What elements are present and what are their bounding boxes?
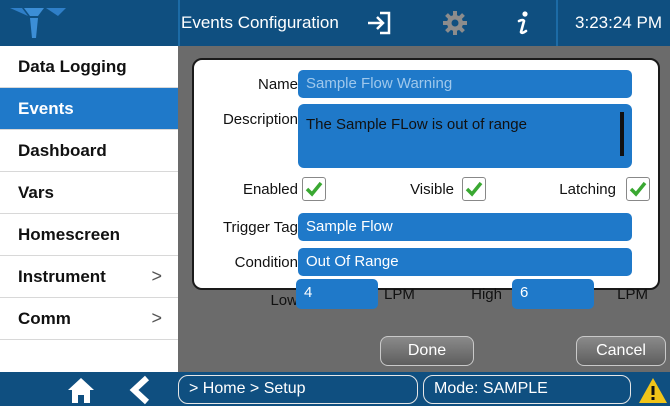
sidebar-item-label: Data Logging <box>18 57 127 76</box>
text-cursor <box>620 112 624 156</box>
checkmark-icon <box>629 181 647 197</box>
sidebar: Data Logging Events Dashboard Vars Homes… <box>0 46 178 372</box>
condition-label: Condition <box>234 254 298 271</box>
sidebar-item-data-logging[interactable]: Data Logging <box>0 46 178 88</box>
low-label: Low <box>270 292 298 309</box>
breadcrumb[interactable]: > Home > Setup <box>178 375 418 404</box>
chevron-right-icon: > <box>151 308 162 328</box>
cancel-button[interactable]: Cancel <box>576 336 666 366</box>
clock: 3:23:24 PM <box>575 13 662 32</box>
main-panel: Name Sample Flow Warning Description The… <box>178 46 670 372</box>
name-field[interactable]: Sample Flow Warning <box>298 70 632 98</box>
logo-icon <box>10 8 66 38</box>
sidebar-item-vars[interactable]: Vars <box>0 172 178 214</box>
sidebar-item-comm[interactable]: Comm > <box>0 298 178 340</box>
header-separator <box>178 0 180 46</box>
latching-label: Latching <box>559 181 616 198</box>
event-config-card: Name Sample Flow Warning Description The… <box>192 58 660 309</box>
mode-indicator: Mode: SAMPLE <box>423 375 631 404</box>
enabled-checkbox[interactable] <box>302 177 326 201</box>
sidebar-item-dashboard[interactable]: Dashboard <box>0 130 178 172</box>
chevron-right-icon: > <box>151 266 162 286</box>
trigger-tag-label: Trigger Tag <box>222 219 298 236</box>
description-field[interactable]: The Sample FLow is out of range <box>298 104 632 168</box>
sidebar-item-label: Instrument <box>18 267 106 286</box>
checkmark-icon <box>305 181 323 197</box>
high-unit: LPM <box>617 286 648 303</box>
name-label: Name <box>257 76 298 93</box>
warning-icon[interactable] <box>638 376 668 404</box>
sidebar-item-label: Comm <box>18 309 71 328</box>
sidebar-item-instrument[interactable]: Instrument > <box>0 256 178 298</box>
bottom-bar: > Home > Setup Mode: SAMPLE <box>0 372 670 406</box>
low-unit: LPM <box>384 286 415 303</box>
visible-label: Visible <box>410 181 454 198</box>
latching-checkbox[interactable] <box>626 177 650 201</box>
trigger-tag-field[interactable]: Sample Flow <box>298 213 632 241</box>
settings-gear-icon[interactable] <box>440 8 470 38</box>
checkmark-icon <box>465 181 483 197</box>
info-icon[interactable] <box>508 8 538 38</box>
done-button[interactable]: Done <box>380 336 474 366</box>
low-value-field[interactable]: 4 <box>296 279 378 309</box>
page-title: Events Configuration <box>181 13 339 32</box>
sidebar-item-events[interactable]: Events <box>0 88 178 130</box>
sidebar-item-label: Homescreen <box>18 225 121 244</box>
description-label: Description <box>222 111 298 128</box>
home-icon[interactable] <box>66 375 96 405</box>
high-label: High <box>471 286 502 303</box>
sidebar-item-homescreen[interactable]: Homescreen <box>0 214 178 256</box>
visible-checkbox[interactable] <box>462 177 486 201</box>
header-separator <box>556 0 558 46</box>
top-bar: Events Configuration 3:23:24 PM <box>0 0 670 46</box>
description-text: The Sample FLow is out of range <box>306 116 527 133</box>
exit-icon[interactable] <box>364 8 394 38</box>
sidebar-item-label: Vars <box>18 183 54 202</box>
back-icon[interactable] <box>126 375 156 405</box>
high-value-field[interactable]: 6 <box>512 279 594 309</box>
condition-field[interactable]: Out Of Range <box>298 248 632 276</box>
sidebar-item-label: Events <box>18 99 74 118</box>
sidebar-item-label: Dashboard <box>18 141 107 160</box>
enabled-label: Enabled <box>242 181 298 198</box>
